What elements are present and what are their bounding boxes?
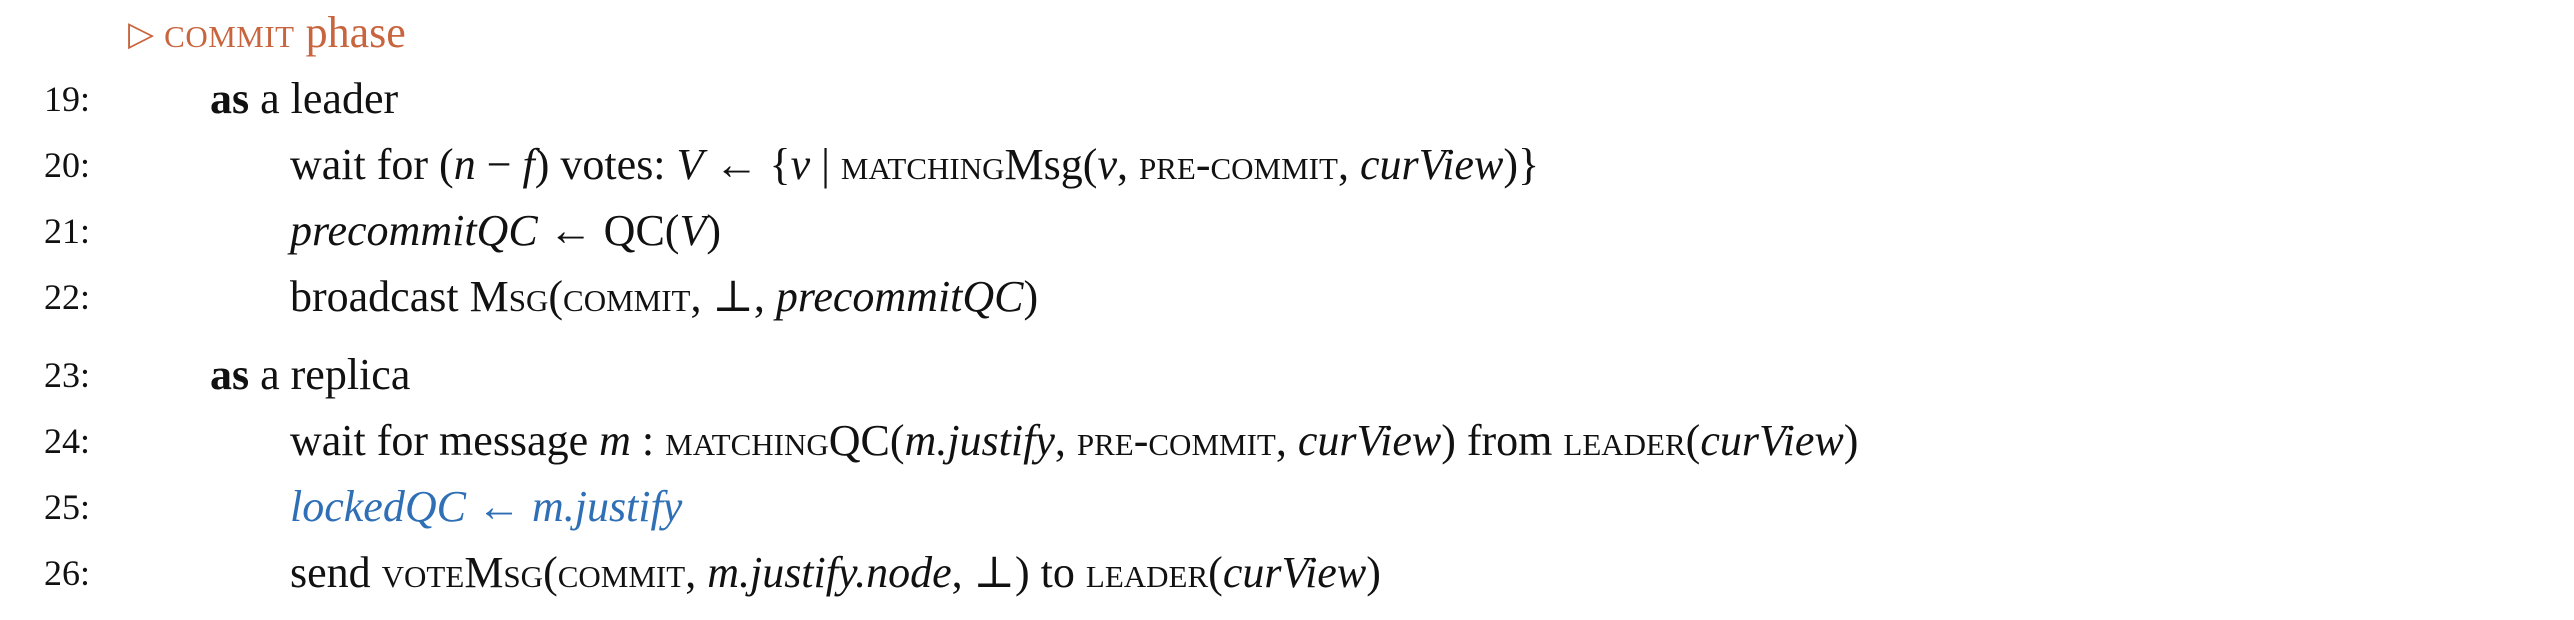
algo-line-19: 19: as a leader bbox=[0, 66, 2574, 132]
triangle-marker-icon: ▷ bbox=[128, 16, 155, 53]
text-part: wait for ( bbox=[290, 140, 454, 189]
line-number: 22: bbox=[44, 277, 91, 317]
math-var: v bbox=[1097, 140, 1117, 189]
line-content: as a leader bbox=[210, 66, 398, 132]
message-type: commit bbox=[557, 548, 686, 597]
math-var: n bbox=[453, 140, 476, 189]
math-var: f bbox=[522, 140, 535, 189]
line-number: 23: bbox=[44, 355, 91, 395]
text-part: − bbox=[475, 140, 523, 189]
function-name: vote bbox=[381, 548, 465, 597]
text-part: ← bbox=[465, 482, 532, 531]
math-var: V bbox=[679, 206, 707, 255]
math-var: m.justify bbox=[531, 482, 683, 531]
text-part: QC( bbox=[828, 416, 905, 465]
text-part: ← { bbox=[703, 140, 791, 189]
line-text: a replica bbox=[249, 350, 411, 399]
phase-label-keyword: commit bbox=[164, 8, 295, 57]
text-part: , ⊥, bbox=[690, 272, 776, 321]
text-part: broadcast bbox=[290, 272, 470, 321]
phase-header: ▷ commit phase bbox=[128, 2, 406, 64]
function-name: leader bbox=[1563, 416, 1686, 465]
algo-line-23: 23: as a replica bbox=[0, 342, 2574, 408]
text-part: ) bbox=[1366, 548, 1381, 597]
message-type: commit bbox=[563, 272, 691, 321]
line-number: 26: bbox=[44, 553, 91, 593]
math-var: m.justify.node bbox=[707, 548, 952, 597]
text-part: ) bbox=[706, 206, 721, 255]
function-name: Msg bbox=[464, 548, 544, 597]
algo-line-26: 26: send voteMsg(commit, m.justify.node,… bbox=[0, 540, 2574, 606]
text-part: )} bbox=[1503, 140, 1540, 189]
keyword-as: as bbox=[210, 350, 250, 399]
text-part: ( bbox=[543, 548, 558, 597]
line-number: 20: bbox=[44, 145, 91, 185]
text-part: , bbox=[1054, 416, 1077, 465]
line-content: broadcast Msg(commit, ⊥, precommitQC) bbox=[290, 264, 1038, 330]
line-content: precommitQC ← QC(V) bbox=[290, 198, 721, 264]
text-part: , bbox=[1275, 416, 1298, 465]
math-var: m.justify bbox=[904, 416, 1055, 465]
text-part: , bbox=[1116, 140, 1139, 189]
text-part: ) from bbox=[1441, 416, 1564, 465]
line-number: 25: bbox=[44, 487, 91, 527]
line-content-highlighted: lockedQC ← m.justify bbox=[290, 474, 682, 540]
math-var: v bbox=[790, 140, 811, 189]
function-name: matching bbox=[665, 416, 829, 465]
algo-line-20: 20: wait for (n − f) votes: V ← {v | mat… bbox=[0, 132, 2574, 198]
text-part: Msg( bbox=[1004, 140, 1098, 189]
text-part: , bbox=[1337, 140, 1360, 189]
math-var: precommitQC bbox=[775, 272, 1024, 321]
math-var: lockedQC bbox=[290, 482, 466, 531]
text-part: ) bbox=[1843, 416, 1859, 465]
function-name: Msg bbox=[469, 272, 549, 321]
phase-label-rest: phase bbox=[294, 8, 406, 57]
line-content: wait for (n − f) votes: V ← {v | matchin… bbox=[290, 132, 1539, 198]
line-number: 24: bbox=[44, 421, 91, 461]
algo-line-24: 24: wait for message m : matchingQC(m.ju… bbox=[0, 408, 2574, 474]
text-part: | bbox=[810, 140, 841, 189]
text-part: , bbox=[685, 548, 708, 597]
line-content: wait for message m : matchingQC(m.justif… bbox=[290, 408, 1858, 474]
keyword-as: as bbox=[210, 74, 250, 123]
math-var: curView bbox=[1297, 416, 1442, 465]
line-content: send voteMsg(commit, m.justify.node, ⊥) … bbox=[290, 540, 1381, 606]
algorithm-block: ▷ commit phase 19: as a leader 20: wait f… bbox=[0, 0, 2574, 620]
math-var: precommitQC bbox=[290, 206, 538, 255]
message-type: pre-commit bbox=[1076, 416, 1276, 465]
function-name: matching bbox=[840, 140, 1005, 189]
text-part: ) bbox=[1023, 272, 1039, 321]
math-var: V bbox=[676, 140, 704, 189]
algo-line-25: 25: lockedQC ← m.justify bbox=[0, 474, 2574, 540]
algo-line-21: 21: precommitQC ← QC(V) bbox=[0, 198, 2574, 264]
line-number: 19: bbox=[44, 79, 91, 119]
line-content: as a replica bbox=[210, 342, 410, 408]
text-part: ( bbox=[548, 272, 564, 321]
text-part: ) votes: bbox=[534, 140, 677, 189]
algo-line-22: 22: broadcast Msg(commit, ⊥, precommitQC… bbox=[0, 264, 2574, 330]
math-var: curView bbox=[1359, 140, 1504, 189]
text-part: ← QC( bbox=[537, 206, 680, 255]
text-part: : bbox=[630, 416, 666, 465]
function-name: leader bbox=[1085, 548, 1209, 597]
line-text: a leader bbox=[249, 74, 399, 123]
text-part: wait for message bbox=[290, 416, 600, 465]
text-part: ( bbox=[1685, 416, 1701, 465]
text-part: ( bbox=[1208, 548, 1223, 597]
text-part: send bbox=[290, 548, 382, 597]
line-number: 21: bbox=[44, 211, 91, 251]
message-type: pre-commit bbox=[1138, 140, 1338, 189]
math-var: curView bbox=[1700, 416, 1844, 465]
math-var: curView bbox=[1222, 548, 1367, 597]
math-var: m bbox=[599, 416, 631, 465]
text-part: , ⊥) to bbox=[951, 548, 1086, 597]
